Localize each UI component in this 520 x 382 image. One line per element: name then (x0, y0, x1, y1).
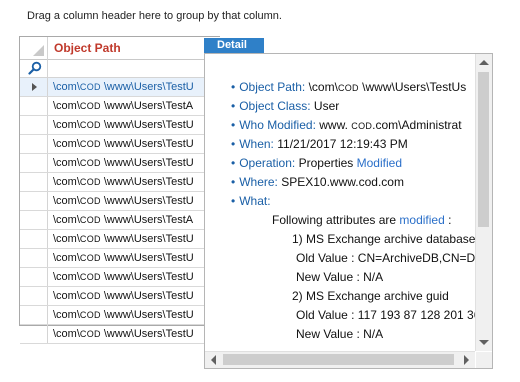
row-indicator[interactable] (20, 135, 48, 153)
search-icon[interactable] (28, 61, 42, 75)
row-pointer-icon (32, 83, 37, 91)
object-path-cell[interactable]: \com\COD \www\Users\TestU (53, 81, 219, 93)
grid-header: Object Path (20, 36, 220, 60)
table-row[interactable]: \com\COD \www\Users\TestU (20, 268, 220, 287)
detail-object-path: • Object Path: \com\COD \www\Users\TestUs (231, 80, 467, 94)
detail-where: • Where: SPEX10.www.cod.com (231, 175, 404, 189)
attribute-2-new-value: New Value : N/A (296, 327, 384, 341)
object-path-cell[interactable]: \com\COD \www\Users\TestU (53, 290, 219, 302)
filter-row[interactable] (20, 59, 220, 78)
detail-panel: • Object Path: \com\COD \www\Users\TestUs… (204, 53, 493, 369)
table-row[interactable]: \com\COD \www\Users\TestU (20, 325, 220, 344)
table-row[interactable]: \com\COD \www\Users\TestU (20, 154, 220, 173)
detail-when: • When: 11/21/2017 12:19:43 PM (231, 137, 408, 151)
object-path-cell[interactable]: \com\COD \www\Users\TestU (53, 195, 219, 207)
table-row[interactable]: \com\COD \www\Users\TestU (20, 249, 220, 268)
group-by-hint: Drag a column header here to group by th… (27, 10, 282, 22)
table-row[interactable]: \com\COD \www\Users\TestU (20, 192, 220, 211)
table-row[interactable]: \com\COD \www\Users\TestU (20, 116, 220, 135)
attribute-2: 2) MS Exchange archive guid (292, 289, 449, 303)
object-path-cell[interactable]: \com\COD \www\Users\TestA (53, 100, 219, 112)
horizontal-scroll-thumb[interactable] (223, 354, 454, 365)
grid-rows: \com\COD \www\Users\TestU \com\COD \www\U… (20, 78, 220, 344)
table-row[interactable]: \com\COD \www\Users\TestU (20, 173, 220, 192)
table-row[interactable]: \com\COD \www\Users\TestU (20, 78, 220, 97)
row-indicator[interactable] (20, 173, 48, 191)
object-path-cell[interactable]: \com\COD \www\Users\TestU (53, 233, 219, 245)
grid-corner[interactable] (20, 37, 48, 59)
table-row[interactable]: \com\COD \www\Users\TestU (20, 287, 220, 306)
row-indicator[interactable] (20, 268, 48, 286)
row-indicator[interactable] (20, 249, 48, 267)
table-row[interactable]: \com\COD \www\Users\TestU (20, 135, 220, 154)
row-indicator[interactable] (20, 192, 48, 210)
detail-content: • Object Path: \com\COD \www\Users\TestUs… (209, 58, 475, 347)
object-path-cell[interactable]: \com\COD \www\Users\TestU (53, 271, 219, 283)
detail-who-modified: • Who Modified: www. COD.com\Administrat (231, 118, 462, 132)
detail-object-class: • Object Class: User (231, 99, 340, 113)
object-path-cell[interactable]: \com\COD \www\Users\TestU (53, 328, 219, 340)
row-indicator[interactable] (20, 97, 48, 115)
row-indicator[interactable] (20, 325, 48, 343)
vertical-scroll-thumb[interactable] (478, 72, 489, 227)
scrollbar-corner (476, 352, 492, 368)
table-row[interactable]: \com\COD \www\Users\TestA (20, 211, 220, 230)
object-path-cell[interactable]: \com\COD \www\Users\TestU (53, 157, 219, 169)
object-path-cell[interactable]: \com\COD \www\Users\TestU (53, 138, 219, 150)
scroll-left-icon[interactable] (211, 355, 216, 365)
attribute-1-old-value: Old Value : CN=ArchiveDB,CN=Da (296, 251, 475, 265)
scroll-up-icon[interactable] (479, 60, 489, 65)
object-path-cell[interactable]: \com\COD \www\Users\TestU (53, 176, 219, 188)
scroll-right-icon[interactable] (464, 355, 469, 365)
row-indicator[interactable] (20, 154, 48, 172)
attribute-2-old-value: Old Value : 117 193 87 128 201 36 6 (296, 308, 475, 322)
table-row[interactable]: \com\COD \www\Users\TestU (20, 306, 220, 325)
row-indicator[interactable] (20, 78, 48, 96)
object-path-cell[interactable]: \com\COD \www\Users\TestU (53, 309, 219, 321)
object-path-cell[interactable]: \com\COD \www\Users\TestU (53, 119, 219, 131)
row-indicator[interactable] (20, 211, 48, 229)
detail-operation: • Operation: Properties Modified (231, 156, 402, 170)
vertical-scrollbar[interactable] (475, 54, 492, 351)
row-indicator[interactable] (20, 230, 48, 248)
tab-detail[interactable]: Detail (204, 38, 264, 53)
horizontal-scrollbar[interactable] (205, 351, 475, 368)
row-indicator[interactable] (20, 116, 48, 134)
attributes-intro: Following attributes are modified : (272, 213, 452, 227)
scroll-down-icon[interactable] (479, 340, 489, 345)
attribute-1-new-value: New Value : N/A (296, 270, 384, 284)
table-row[interactable]: \com\COD \www\Users\TestU (20, 230, 220, 249)
row-indicator[interactable] (20, 306, 48, 324)
detail-what: • What: (231, 194, 271, 208)
attribute-1: 1) MS Exchange archive database li (292, 232, 475, 246)
object-path-cell[interactable]: \com\COD \www\Users\TestU (53, 252, 219, 264)
column-header-object-path[interactable]: Object Path (54, 41, 121, 55)
object-grid: Object Path \com\COD \www\Users\TestU \co… (19, 36, 220, 344)
object-path-cell[interactable]: \com\COD \www\Users\TestA (53, 214, 219, 226)
table-row[interactable]: \com\COD \www\Users\TestA (20, 97, 220, 116)
row-indicator[interactable] (20, 287, 48, 305)
